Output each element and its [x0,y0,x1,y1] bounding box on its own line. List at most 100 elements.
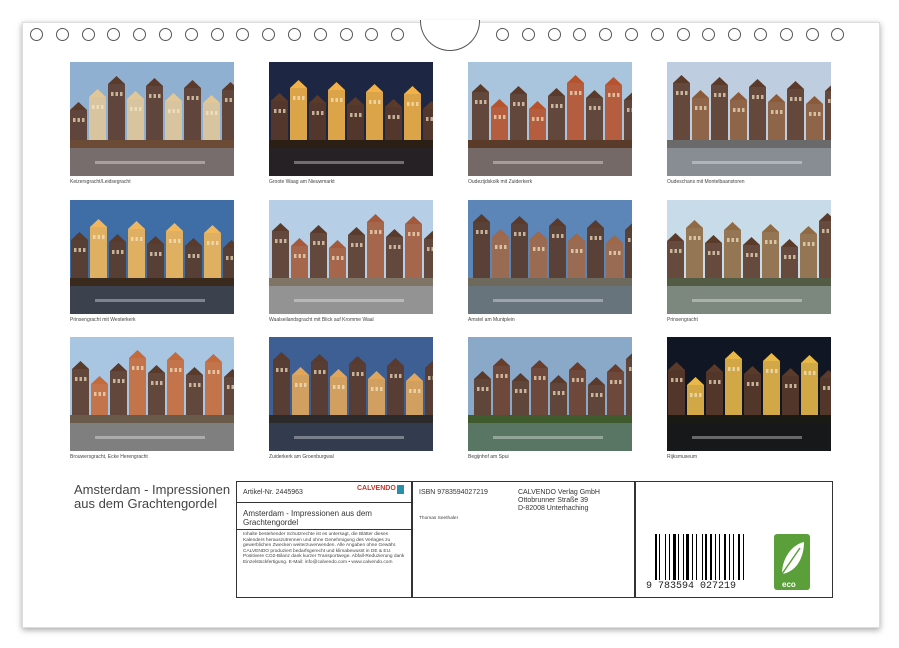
barcode-bar [694,534,695,580]
calendar-photo [667,62,831,176]
barcode-bar [684,534,686,580]
barcode-bar [655,534,657,580]
article-number: Artikel-Nr. 2445963 [243,489,303,496]
barcode-bar [664,534,666,580]
barcode-bar [676,534,678,580]
barcode-bar [714,534,717,580]
barcode-bar [705,534,707,580]
barcode-bar [744,534,746,580]
calendar-photo [667,337,831,451]
binding-ring [30,28,43,41]
barcode-bar [709,534,712,580]
photo-caption: Rijksmuseum [667,454,698,460]
barcode-bar [723,534,726,580]
barcode-bar [701,534,703,580]
binding-ring [625,28,638,41]
binding-ring [676,28,690,41]
binding-ring [288,28,301,41]
barcode-bar [728,534,730,580]
calendar-photo [667,200,831,314]
barcode-bar [659,534,661,580]
calendar-photo [269,337,433,451]
binding-ring [159,28,172,41]
calvendo-logo-mark [397,485,404,494]
barcode-bar [661,534,664,580]
barcode-bar [689,534,692,580]
barcode-bar [703,534,705,580]
binding-ring [184,28,198,41]
calendar-photo [70,337,234,451]
binding-ring [754,28,767,41]
photo-caption: Zuiderkerk am Groenburgwal [269,454,334,460]
photo-caption: Keizersgracht/Leidsegracht [70,179,131,185]
photo-caption: Prinsengracht mit Westerkerk [70,317,136,323]
binding-ring [728,28,742,41]
photo-caption: Groote Waag am Nieuwmarkt [269,179,335,185]
binding-ring [262,28,276,41]
publisher-name: CALVENDO Verlag GmbH [518,489,600,496]
eco-label: eco [782,580,796,589]
binding-ring [55,28,69,41]
legal-text: Inhalte bestehender Schutzrechte ist es … [243,532,405,565]
binding-ring [236,28,250,41]
binding-ring [805,28,819,41]
barcode-bar [720,534,723,580]
subtitle: Amsterdam - Impressionen aus dem Grachte… [243,509,372,527]
calendar-photo [269,200,433,314]
binding-ring [81,28,95,41]
binding-ring [573,28,587,41]
barcode-bar [692,534,693,580]
binding-ring [496,28,509,41]
barcode-bar [742,534,744,580]
publisher-city: D-82008 Unterhaching [518,505,589,512]
photo-caption: Oudeschans mit Montelbaanstoren [667,179,745,185]
barcode-bar [686,534,689,580]
barcode-bar [713,534,714,580]
photo-caption: Waalseilandsgracht mit Blick auf Kromme … [269,317,374,323]
calendar-photo [468,200,632,314]
barcode-bar [668,534,671,580]
barcode-bar [733,534,734,580]
barcode-bar [717,534,719,580]
binding-ring [831,28,845,41]
barcode-bar [738,534,740,580]
photo-caption: Prinsengracht [667,317,698,323]
barcode-bar [707,534,709,580]
binding-ring [779,28,793,41]
barcode-number: 9 783594 027219 [646,581,737,592]
author: Thomas Seethaler [419,516,459,521]
barcode-bar [680,534,682,580]
calendar-photo [468,337,632,451]
barcode-bar [726,534,728,580]
photo-caption: Oudezijdskolk mit Zuiderkerk [468,179,533,185]
binding-ring [547,28,561,41]
barcode-bar [671,534,673,580]
binding-ring [210,28,224,41]
photo-caption: Amstel am Muntplein [468,317,515,323]
barcode-bar [678,534,680,580]
binding-ring [702,28,716,41]
info-divider-2 [236,529,411,530]
calendar-photo [468,62,632,176]
barcode-bar [740,534,742,580]
binding-ring [391,28,405,41]
photo-caption: Brouwersgracht, Ecke Herengracht [70,454,148,460]
barcode-bar [657,534,659,580]
publisher-street: Ottobrunner Straße 39 [518,497,589,504]
binding-ring [650,28,664,41]
barcode-bar [698,534,701,580]
barcode [655,534,747,580]
calendar-title: Amsterdam - Impressionen aus dem Grachte… [74,482,231,511]
barcode-bar [673,534,676,580]
barcode-bar [719,534,720,580]
binding-ring [339,28,353,41]
barcode-bar [682,534,684,580]
photo-caption: Begijnhof am Spui [468,454,509,460]
binding-ring [107,28,121,41]
binding-ring [313,28,327,41]
barcode-bar [666,534,668,580]
calendar-photo [70,62,234,176]
info-divider [236,502,411,503]
barcode-bar [734,534,738,580]
binding-ring [133,28,147,41]
